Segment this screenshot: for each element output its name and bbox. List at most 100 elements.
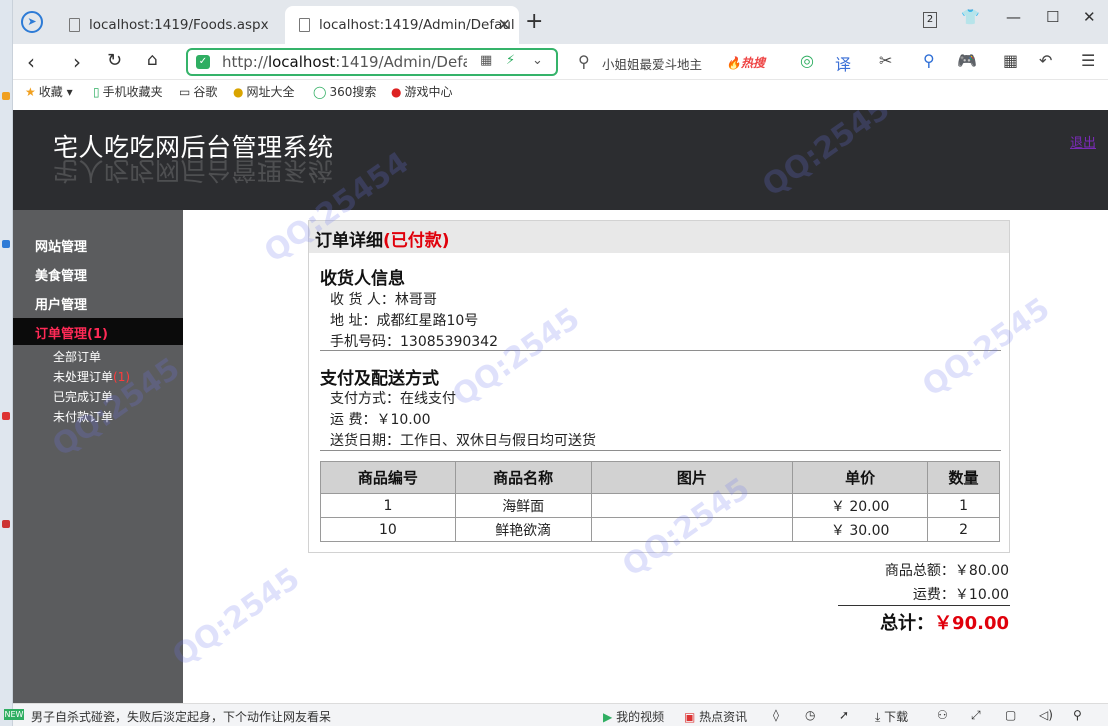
secure-shield-icon: ✓ bbox=[196, 55, 210, 69]
bookmark-mobile[interactable]: ▯ 手机收藏夹 bbox=[93, 83, 163, 100]
bookmark-google[interactable]: ▭ 谷歌 bbox=[179, 83, 217, 100]
forward-icon[interactable]: › bbox=[73, 50, 81, 74]
undo-icon[interactable]: ↶ bbox=[1039, 51, 1052, 70]
column-header: 商品编号 bbox=[320, 461, 456, 494]
rocket-icon[interactable]: ➚ bbox=[839, 708, 849, 722]
game-center-icon: ● bbox=[391, 85, 402, 99]
submenu-pending-orders[interactable]: 未处理订单(1) bbox=[53, 368, 130, 385]
order-status: (已付款) bbox=[383, 231, 450, 251]
download-link[interactable]: ⤓ 下载 bbox=[875, 708, 908, 725]
tab-count-badge[interactable]: 2 bbox=[923, 12, 937, 28]
tab-label: localhost:1419/Admin/Defaul bbox=[319, 17, 515, 33]
phone-icon: ▯ bbox=[93, 85, 100, 99]
maximize-icon[interactable]: ☐ bbox=[1046, 8, 1059, 26]
zoom-icon[interactable]: ⚲ bbox=[1073, 708, 1082, 722]
subtotal: 商品总额：￥80.00 bbox=[884, 563, 1009, 579]
bookmark-hao[interactable]: ● 网址大全 bbox=[233, 83, 295, 100]
logout-link[interactable]: 退出 bbox=[1070, 132, 1096, 151]
close-tab-icon[interactable]: ✕ bbox=[498, 6, 511, 44]
table-header-row: 商品编号 商品名称 图片 单价 数量 bbox=[320, 461, 1000, 494]
bookmarks-bar: ★ 收藏 ▾ ▯ 手机收藏夹 ▭ 谷歌 ● 网址大全 ◯ 360搜索 ● 游戏中心 bbox=[13, 80, 1108, 102]
item-id: 10 bbox=[320, 517, 456, 542]
translate-icon[interactable]: 译 bbox=[835, 51, 851, 75]
clock-icon[interactable]: ◷ bbox=[805, 708, 815, 722]
delivery-heading: 支付及配送方式 bbox=[320, 369, 439, 389]
submenu-unpaid-orders[interactable]: 未付款订单 bbox=[53, 408, 113, 425]
hot-search-badge[interactable]: 🔥热搜 bbox=[726, 54, 765, 71]
search-hint[interactable]: 小姐姐最爱斗地主 bbox=[602, 54, 702, 73]
item-name: 鲜艳欲滴 bbox=[454, 517, 592, 542]
qr-icon[interactable]: ▦ bbox=[480, 53, 492, 68]
volume-icon[interactable]: ◁) bbox=[1039, 708, 1053, 722]
freight: 运费：￥10.00 bbox=[912, 587, 1009, 603]
search-icon: ⚲ bbox=[578, 52, 590, 71]
tab-foods[interactable]: localhost:1419/Foods.aspx bbox=[55, 6, 285, 44]
hot-news-link[interactable]: ▣ 热点资讯 bbox=[684, 708, 747, 725]
news-icon: ▣ bbox=[684, 710, 696, 724]
url-bar[interactable]: ✓ http://localhost:1419/Admin/Defaul ▦ ⚡… bbox=[186, 48, 558, 76]
scissors-icon[interactable]: ✂ bbox=[879, 51, 892, 70]
order-items-table: 商品编号 商品名称 图片 单价 数量 1 海鲜面 ￥ 20.00 1 10 鲜艳… bbox=[320, 461, 1000, 542]
sidebar: 网站管理 美食管理 用户管理 订单管理(1) 全部订单 未处理订单(1) 已完成… bbox=[13, 210, 183, 703]
chevron-down-icon[interactable]: ⌄ bbox=[532, 53, 543, 68]
bookmark-360[interactable]: ◯ 360搜索 bbox=[313, 83, 376, 100]
skin-icon[interactable]: 👕 bbox=[961, 8, 980, 26]
new-tab-icon[interactable]: + bbox=[525, 9, 543, 34]
watermark: QQ:2545 bbox=[166, 561, 307, 674]
pending-count: (1) bbox=[113, 370, 131, 384]
column-header: 商品名称 bbox=[454, 461, 592, 494]
fullscreen-icon[interactable]: ⤢ bbox=[971, 708, 981, 723]
sidebar-item-site[interactable]: 网站管理 bbox=[35, 236, 87, 255]
back-icon[interactable]: ‹ bbox=[27, 50, 35, 74]
page-icon bbox=[299, 18, 310, 32]
divider bbox=[320, 350, 1001, 351]
browser-window: ➤ localhost:1419/Foods.aspx localhost:14… bbox=[4, 0, 1108, 726]
leaf-icon[interactable]: ◊ bbox=[773, 708, 779, 722]
bookmark-favorites[interactable]: ★ 收藏 ▾ bbox=[25, 83, 73, 100]
column-header: 单价 bbox=[792, 461, 929, 494]
item-price: ￥ 30.00 bbox=[792, 517, 929, 542]
my-video-link[interactable]: ▶ 我的视频 bbox=[603, 708, 664, 725]
bookmark-games[interactable]: ● 游戏中心 bbox=[391, 83, 453, 100]
new-badge: NEW bbox=[4, 709, 24, 720]
desktop-icon bbox=[2, 520, 10, 528]
search-box[interactable]: ⚲ 小姐姐最爱斗地主 🔥热搜 bbox=[568, 48, 793, 76]
home-icon[interactable]: ⌂ bbox=[147, 50, 158, 70]
column-header: 数量 bbox=[927, 461, 1000, 494]
close-window-icon[interactable]: ✕ bbox=[1083, 8, 1096, 26]
sidebar-item-food[interactable]: 美食管理 bbox=[35, 265, 87, 284]
apps-icon[interactable]: ▦ bbox=[1003, 51, 1018, 70]
sidebar-item-label: 订单管理(1) bbox=[35, 327, 108, 342]
news-ticker[interactable]: 男子自杀式碰瓷，失败后淡定起身，下个动作让网友看呆 bbox=[31, 708, 331, 725]
lightning-icon[interactable]: ⚡ bbox=[506, 53, 515, 68]
address-row: ‹ › ↻ ⌂ ✓ http://localhost:1419/Admin/De… bbox=[13, 44, 1108, 80]
item-image bbox=[590, 517, 794, 542]
total-divider bbox=[838, 605, 1010, 606]
page-icon bbox=[69, 18, 80, 32]
refresh-icon[interactable]: ↻ bbox=[107, 50, 122, 71]
consignee-heading: 收货人信息 bbox=[320, 269, 405, 289]
submenu-all-orders[interactable]: 全部订单 bbox=[53, 348, 101, 365]
extension-icon[interactable]: ◎ bbox=[800, 51, 814, 70]
grand-total: 总计：￥90.00 bbox=[880, 613, 1009, 634]
browser-logo-icon[interactable]: ➤ bbox=[21, 11, 43, 33]
magnifier-icon[interactable]: ⚲ bbox=[923, 51, 935, 70]
window-icon[interactable]: ▢ bbox=[1005, 708, 1016, 722]
submenu-done-orders[interactable]: 已完成订单 bbox=[53, 388, 113, 405]
url-text[interactable]: http://localhost:1419/Admin/Defaul bbox=[222, 53, 467, 71]
desktop-edge bbox=[0, 0, 13, 726]
tab-strip: ➤ localhost:1419/Foods.aspx localhost:14… bbox=[13, 0, 1108, 44]
game-icon[interactable]: 🎮 bbox=[957, 51, 977, 70]
item-id: 1 bbox=[320, 493, 456, 518]
item-price: ￥ 20.00 bbox=[792, 493, 929, 518]
glasses-icon[interactable]: ⚇ bbox=[937, 708, 948, 722]
column-header: 图片 bbox=[590, 461, 794, 494]
desktop-icon bbox=[2, 92, 10, 100]
menu-icon[interactable]: ☰ bbox=[1081, 51, 1095, 70]
divider bbox=[320, 450, 1001, 451]
sidebar-item-users[interactable]: 用户管理 bbox=[35, 294, 87, 313]
minimize-icon[interactable]: — bbox=[1006, 8, 1021, 26]
tab-admin[interactable]: localhost:1419/Admin/Defaul ✕ bbox=[285, 6, 519, 44]
sidebar-item-orders[interactable]: 订单管理(1) bbox=[13, 318, 183, 345]
table-row: 10 鲜艳欲滴 ￥ 30.00 2 bbox=[320, 517, 1000, 542]
